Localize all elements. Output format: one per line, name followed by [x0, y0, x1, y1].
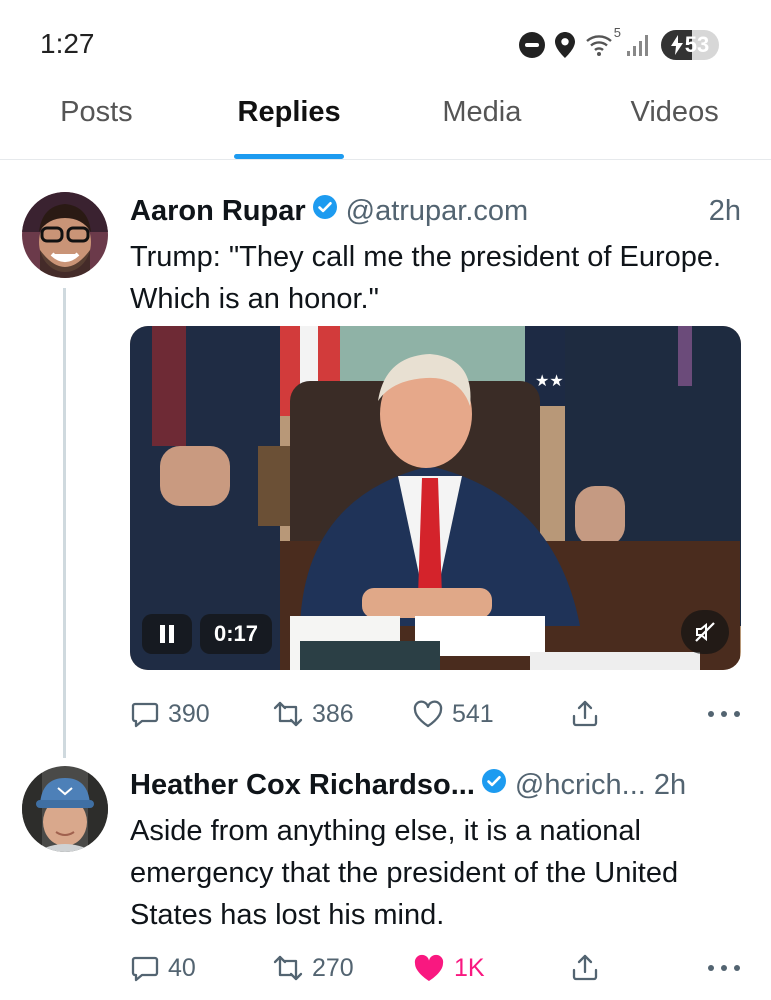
share-button[interactable]: [570, 953, 600, 983]
video-duration: 0:17: [200, 614, 273, 654]
pause-button[interactable]: [142, 614, 192, 654]
wifi-icon: 5: [585, 25, 621, 57]
tab-label: Replies: [237, 96, 341, 128]
verified-badge-icon: [481, 768, 507, 802]
battery-indicator: 53: [661, 30, 719, 60]
post-header: Heather Cox Richardso... @hcrich... 2h: [130, 768, 741, 802]
post-actions: 40 270 1K: [130, 948, 741, 988]
tab-posts[interactable]: Posts: [0, 88, 193, 159]
heart-filled-icon: [414, 954, 444, 981]
share-button[interactable]: [570, 699, 600, 729]
reply-icon: [131, 956, 159, 982]
repost-button[interactable]: 386: [272, 699, 354, 729]
share-icon: [572, 700, 598, 727]
status-icons: 5 53: [519, 25, 719, 60]
repost-button[interactable]: 270: [272, 953, 354, 983]
post-text: Aside from anything else, it is a nation…: [130, 815, 679, 931]
signal-icon: [625, 33, 651, 57]
more-options-button[interactable]: [707, 709, 741, 719]
location-icon: [555, 32, 575, 58]
share-icon: [572, 954, 598, 981]
more-dots-icon: [708, 711, 740, 717]
post-time: 2h: [708, 194, 741, 227]
post-time: 2h: [653, 768, 687, 801]
status-time: 1:27: [40, 28, 95, 59]
post-header: Aaron Rupar @atrupar.com 2h: [130, 194, 741, 228]
svg-text:★★: ★★: [535, 371, 564, 390]
active-tab-indicator: [234, 154, 345, 159]
author-handle[interactable]: @hcrich...: [515, 769, 646, 802]
heart-outline-icon: [413, 700, 443, 728]
battery-level: 53: [684, 32, 710, 57]
like-count: 541: [452, 699, 494, 728]
author-handle[interactable]: @atrupar.com: [346, 195, 529, 228]
tab-label: Posts: [60, 96, 133, 128]
reply-button[interactable]: 390: [130, 699, 210, 729]
muted-speaker-icon: [695, 622, 715, 642]
avatar[interactable]: [22, 766, 108, 852]
more-dots-icon: [708, 965, 740, 971]
video-player[interactable]: ★★ 0:17: [130, 326, 741, 670]
post-text: Trump: "They call me the president of Eu…: [130, 241, 722, 315]
author-name[interactable]: Aaron Rupar: [130, 195, 306, 228]
video-controls: 0:17: [142, 614, 273, 654]
thread-line: [63, 288, 66, 758]
repost-count: 386: [312, 699, 354, 728]
tab-videos[interactable]: Videos: [578, 88, 771, 159]
verified-badge-icon: [312, 194, 338, 228]
repost-count: 270: [312, 953, 354, 982]
like-button[interactable]: 1K: [412, 953, 485, 983]
avatar[interactable]: [22, 192, 108, 278]
post-actions: 390 386 541: [130, 694, 741, 734]
pause-icon: [160, 625, 174, 643]
more-options-button[interactable]: [707, 963, 741, 973]
tab-replies[interactable]: Replies: [193, 88, 386, 159]
tab-label: Media: [442, 96, 522, 128]
status-bar: 1:27 5 53: [0, 0, 771, 88]
mute-toggle-button[interactable]: [681, 610, 729, 654]
tab-media[interactable]: Media: [386, 88, 579, 159]
author-name[interactable]: Heather Cox Richardso...: [130, 769, 475, 802]
post[interactable]: Aaron Rupar @atrupar.com 2h Trump: "They…: [0, 170, 771, 760]
do-not-disturb-icon: [519, 32, 545, 58]
post[interactable]: Heather Cox Richardso... @hcrich... 2h A…: [0, 760, 771, 1000]
profile-tabs: Posts Replies Media Videos: [0, 88, 771, 160]
wifi-band-label: 5: [613, 25, 621, 40]
reply-count: 390: [168, 699, 210, 728]
charging-bolt-icon: [670, 35, 683, 55]
reply-icon: [131, 702, 159, 728]
like-count: 1K: [454, 953, 485, 982]
repost-icon: [273, 701, 303, 727]
reply-count: 40: [168, 953, 196, 982]
like-button[interactable]: 541: [412, 699, 494, 729]
reply-button[interactable]: 40: [130, 953, 196, 983]
tab-label: Videos: [630, 96, 719, 128]
repost-icon: [273, 955, 303, 981]
